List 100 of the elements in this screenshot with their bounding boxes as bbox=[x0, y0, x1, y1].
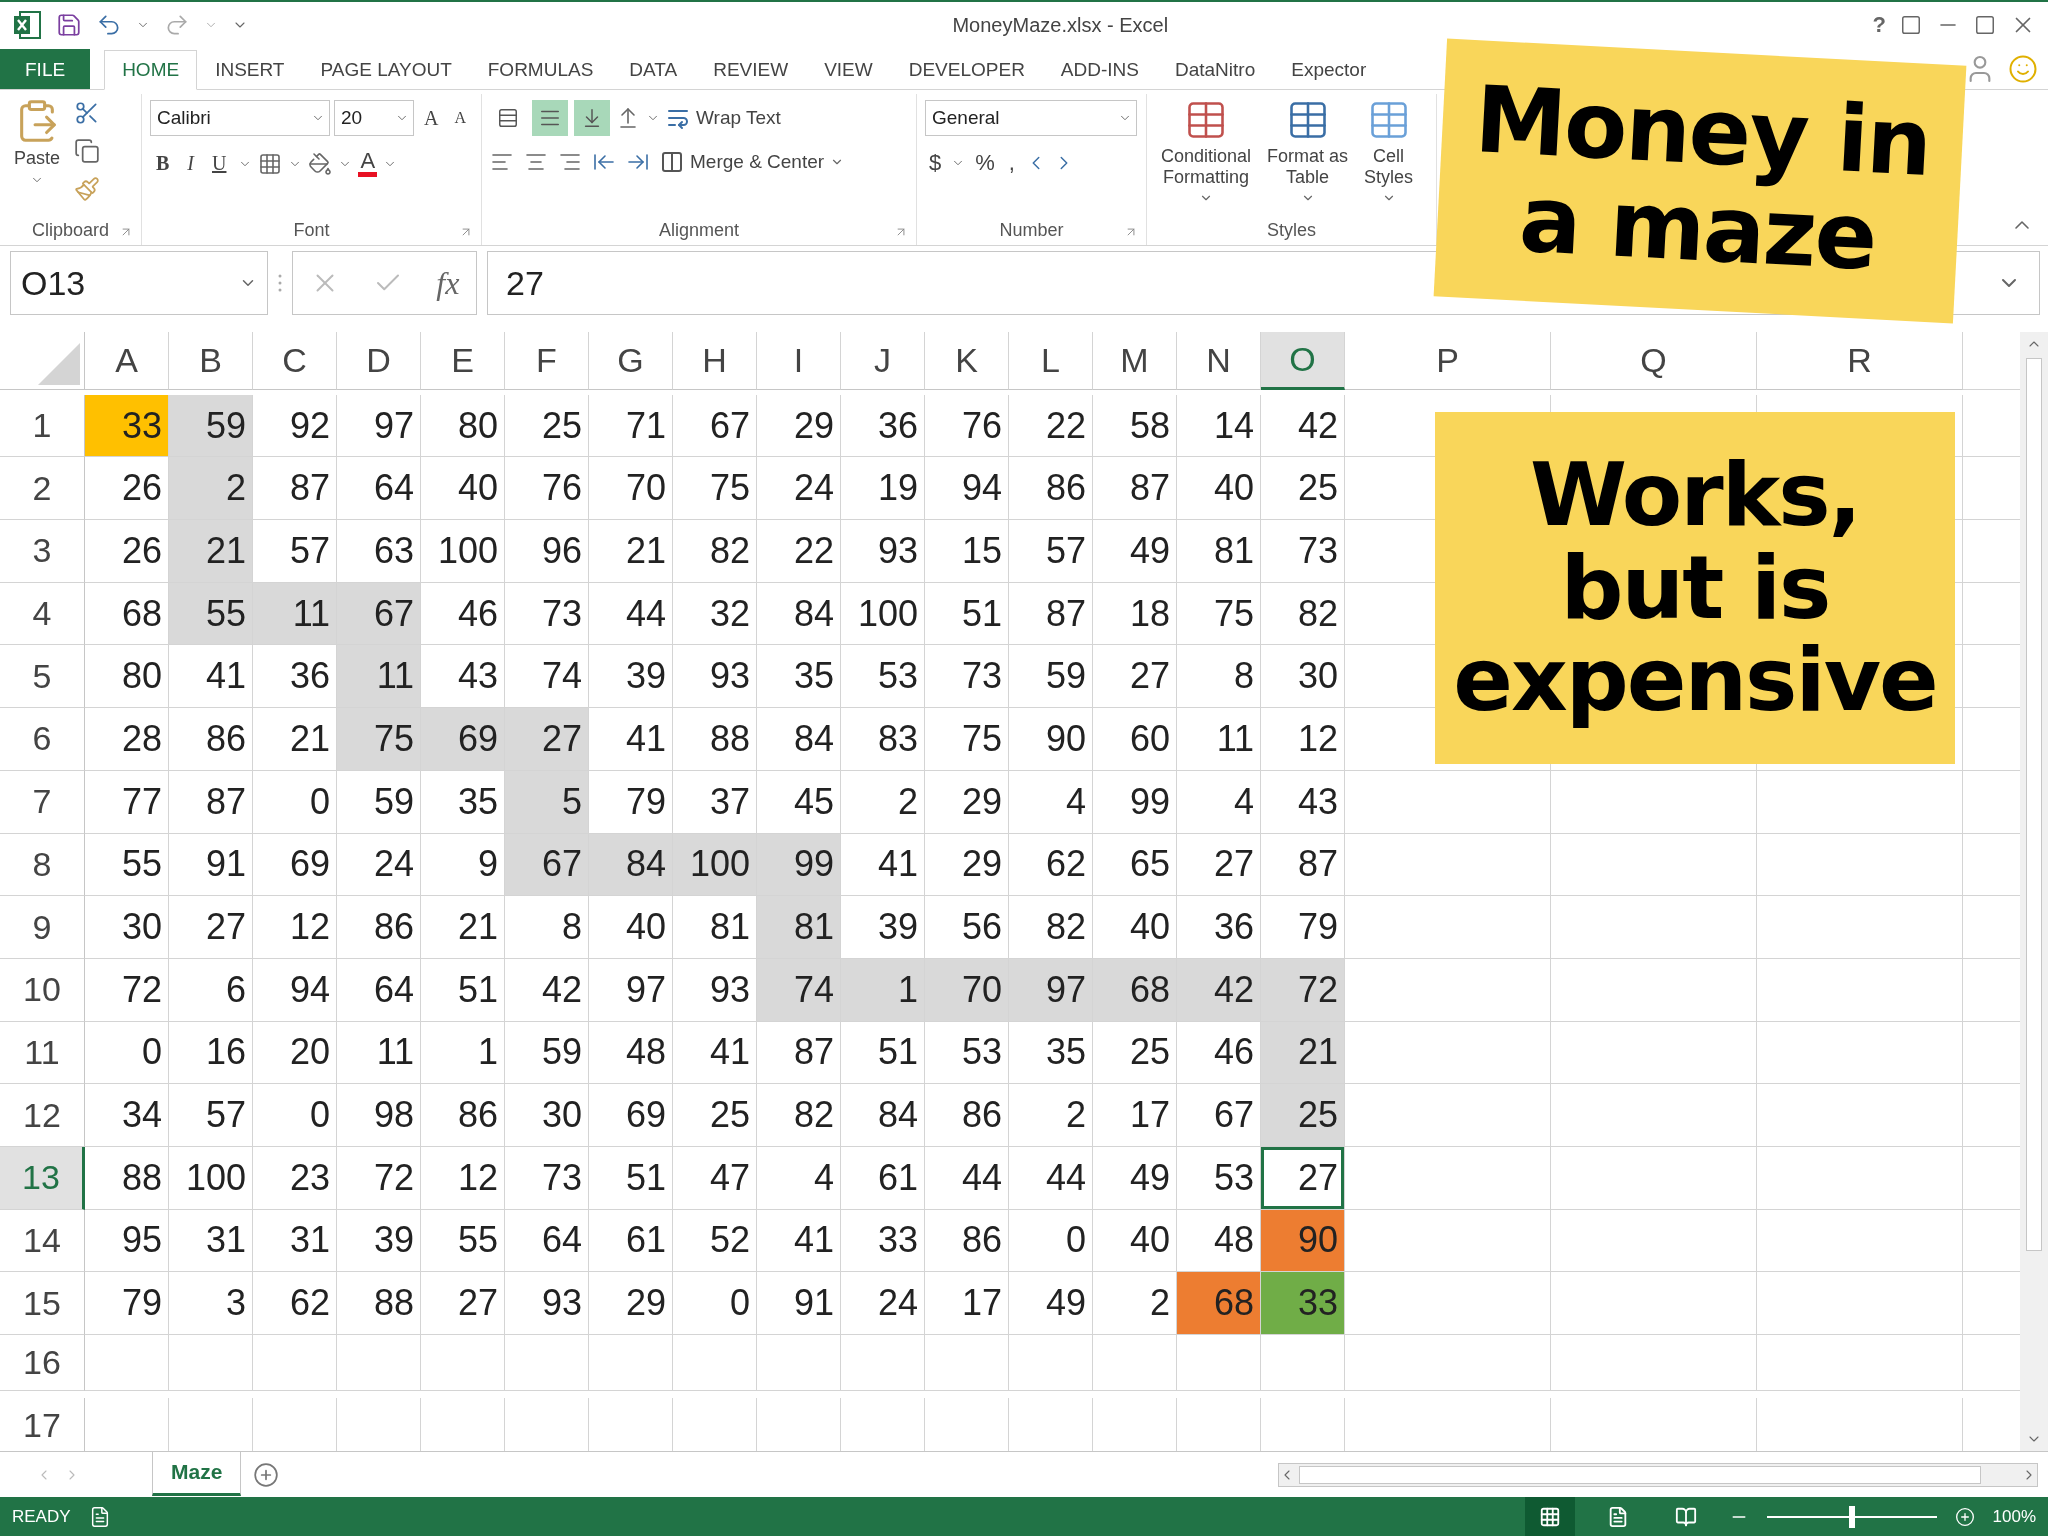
table-cell: 4 bbox=[1009, 770, 1093, 834]
name-box[interactable]: O13 bbox=[10, 251, 268, 315]
font-size-field[interactable]: 20 bbox=[334, 100, 414, 136]
row-header[interactable]: 11 bbox=[0, 1021, 85, 1085]
status-text: READY bbox=[12, 1506, 71, 1527]
table-cell: 17 bbox=[1093, 1084, 1177, 1147]
font-color-button[interactable]: A bbox=[358, 150, 378, 177]
styles-button[interactable]: Cell Styles bbox=[1358, 94, 1420, 215]
column-header[interactable]: K bbox=[925, 332, 1009, 390]
column-header[interactable]: M bbox=[1093, 332, 1177, 390]
table-cell: 77 bbox=[85, 770, 169, 834]
shrink-font-button[interactable]: A bbox=[448, 107, 472, 129]
table-cell: 81 bbox=[757, 896, 841, 959]
table-cell: 32 bbox=[673, 582, 757, 646]
column-header[interactable]: P bbox=[1345, 332, 1551, 390]
column-header[interactable]: L bbox=[1009, 332, 1093, 390]
normal-view-button[interactable] bbox=[1524, 1497, 1575, 1536]
merge-center-button[interactable]: Merge & Center bbox=[660, 150, 845, 174]
row-header[interactable]: 8 bbox=[0, 833, 85, 897]
table-cell: 100 bbox=[421, 520, 505, 583]
column-header[interactable]: B bbox=[169, 332, 253, 390]
insert-function-button[interactable]: fx bbox=[436, 264, 460, 302]
table-cell: 74 bbox=[505, 645, 589, 709]
sheet-tab[interactable]: Maze bbox=[152, 1451, 242, 1496]
zoom-in-icon[interactable] bbox=[1954, 1506, 1975, 1527]
scrollbar-thumb[interactable] bbox=[2026, 358, 2042, 1251]
row-header[interactable]: 6 bbox=[0, 708, 85, 771]
grow-font-button[interactable]: A bbox=[418, 104, 445, 132]
column-header[interactable]: C bbox=[253, 332, 337, 390]
vertical-align-button[interactable] bbox=[532, 100, 568, 136]
styles-button[interactable]: Format as Table bbox=[1261, 94, 1355, 215]
row-header[interactable]: 4 bbox=[0, 582, 85, 646]
table-cell: 87 bbox=[1093, 457, 1177, 521]
row-header[interactable]: 7 bbox=[0, 770, 85, 834]
table-cell: 25 bbox=[1093, 1021, 1177, 1085]
table-cell: 97 bbox=[589, 958, 673, 1022]
app-logo-icon[interactable] bbox=[12, 10, 42, 40]
table-cell: 12 bbox=[253, 896, 337, 959]
column-header[interactable]: N bbox=[1177, 332, 1261, 390]
row-header[interactable]: 10 bbox=[0, 958, 85, 1022]
row-header[interactable]: 13 bbox=[0, 1146, 85, 1210]
row-header[interactable]: 3 bbox=[0, 520, 85, 583]
smiley-icon[interactable] bbox=[2008, 54, 2038, 84]
row-header[interactable]: 16 bbox=[0, 1335, 85, 1391]
column-header[interactable]: O bbox=[1261, 332, 1345, 390]
row-header[interactable]: 1 bbox=[0, 394, 85, 458]
font-style-button[interactable]: U bbox=[206, 150, 233, 177]
column-header[interactable]: R bbox=[1757, 332, 1963, 390]
row-header[interactable]: 12 bbox=[0, 1084, 85, 1147]
column-header[interactable]: J bbox=[841, 332, 925, 390]
column-header[interactable]: Q bbox=[1551, 332, 1757, 390]
styles-button[interactable]: Conditional Formatting bbox=[1155, 94, 1258, 215]
font-style-button[interactable]: I bbox=[181, 150, 200, 177]
table-cell: 88 bbox=[337, 1272, 421, 1335]
row-header[interactable]: 2 bbox=[0, 457, 85, 521]
column-header[interactable]: F bbox=[505, 332, 589, 390]
table-cell: 55 bbox=[169, 582, 253, 646]
new-sheet-icon[interactable] bbox=[253, 1461, 280, 1488]
row-header[interactable]: 14 bbox=[0, 1209, 85, 1273]
zoom-slider-thumb[interactable] bbox=[1848, 1505, 1855, 1528]
window-title: MoneyMaze.xlsx - Excel bbox=[951, 13, 1170, 37]
table-cell: 30 bbox=[1261, 645, 1345, 709]
scrollbar-thumb[interactable] bbox=[1299, 1465, 1981, 1484]
merge-icon bbox=[660, 150, 684, 174]
font-style-button[interactable]: B bbox=[150, 150, 176, 177]
wrap-text-button[interactable]: Wrap Text bbox=[666, 106, 781, 130]
row-header[interactable]: 9 bbox=[0, 896, 85, 959]
table-cell: 5 bbox=[505, 770, 589, 834]
save-icon[interactable] bbox=[56, 12, 82, 38]
number-format-button[interactable]: $ bbox=[925, 150, 946, 176]
zoom-level[interactable]: 100% bbox=[1992, 1506, 2036, 1527]
help-button[interactable]: ? bbox=[1872, 12, 1886, 38]
ribbon-display-icon[interactable] bbox=[1900, 14, 1922, 36]
vertical-align-button[interactable] bbox=[574, 100, 610, 136]
column-header[interactable]: D bbox=[337, 332, 421, 390]
fill-color-icon[interactable] bbox=[308, 151, 333, 176]
number-format-button[interactable]: , bbox=[1004, 150, 1019, 176]
maximize-icon[interactable] bbox=[1974, 14, 1996, 36]
column-header[interactable]: H bbox=[673, 332, 757, 390]
column-header[interactable]: E bbox=[421, 332, 505, 390]
table-cell: 2 bbox=[841, 770, 925, 834]
column-header[interactable]: I bbox=[757, 332, 841, 390]
number-format-button[interactable]: % bbox=[971, 150, 999, 176]
copy-icon[interactable] bbox=[74, 138, 101, 164]
table-cell: 15 bbox=[925, 520, 1009, 583]
table-cell: 30 bbox=[85, 896, 169, 959]
table-cell: 1 bbox=[841, 958, 925, 1022]
column-header[interactable]: A bbox=[85, 332, 169, 390]
ribbon-tab[interactable]: HOME bbox=[104, 50, 198, 90]
column-header[interactable]: G bbox=[589, 332, 673, 390]
table-cell: 73 bbox=[505, 582, 589, 646]
format-painter-icon[interactable] bbox=[74, 176, 101, 202]
row-header[interactable]: 15 bbox=[0, 1272, 85, 1335]
number-format-field[interactable]: General bbox=[925, 100, 1137, 136]
table-cell: 22 bbox=[757, 520, 841, 583]
font-name-field[interactable]: Calibri bbox=[150, 100, 330, 136]
borders-icon[interactable] bbox=[258, 151, 283, 176]
row-header[interactable]: 5 bbox=[0, 645, 85, 709]
paste-button[interactable]: Paste bbox=[8, 94, 67, 215]
ribbon-tab[interactable]: FILE bbox=[0, 49, 91, 89]
